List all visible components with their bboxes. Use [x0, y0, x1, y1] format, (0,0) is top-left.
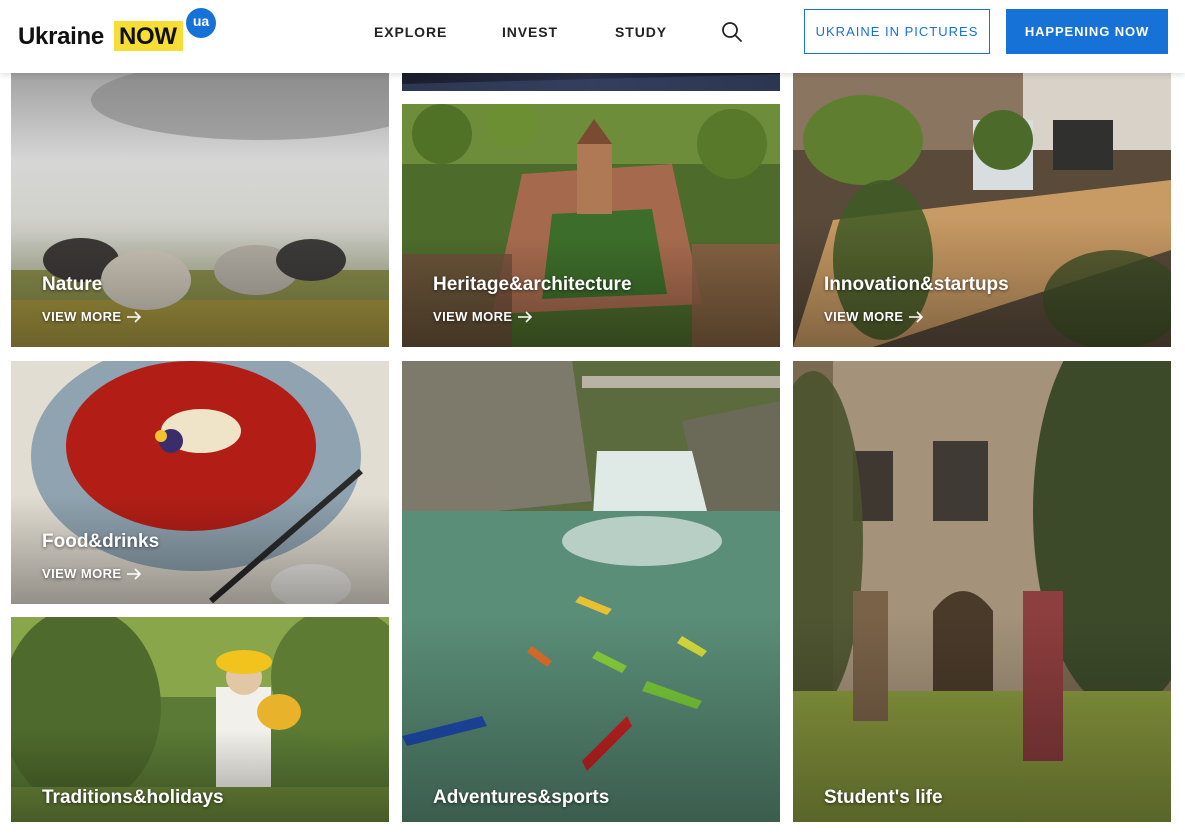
- happening-now-button[interactable]: HAPPENING NOW: [1006, 9, 1168, 54]
- view-more-link[interactable]: VIEW MORE: [42, 566, 142, 583]
- nav-explore[interactable]: EXPLORE: [374, 24, 447, 40]
- tile-students[interactable]: Student's life: [793, 361, 1171, 822]
- tile-innovation[interactable]: Innovation&startups VIEW MORE: [793, 60, 1171, 347]
- logo-word: Ukraine: [18, 23, 104, 50]
- tile-title: Innovation&startups: [824, 274, 1009, 295]
- ukraine-now-logo[interactable]: Ukraine NOW ua: [18, 8, 218, 58]
- tile-title: Food&drinks: [42, 531, 160, 552]
- view-more-link[interactable]: VIEW MORE: [433, 309, 533, 326]
- tile-nature[interactable]: Nature VIEW MORE: [11, 60, 389, 347]
- search-icon[interactable]: [720, 20, 744, 44]
- arrow-right-icon: [126, 568, 142, 583]
- arrow-right-icon: [126, 311, 142, 326]
- site-header: Ukraine NOW ua EXPLORE INVEST STUDY UKRA…: [0, 0, 1185, 73]
- nav-study[interactable]: STUDY: [615, 24, 667, 40]
- nav-invest[interactable]: INVEST: [502, 24, 558, 40]
- view-more-label: VIEW MORE: [42, 309, 122, 324]
- logo-ua-badge: ua: [186, 8, 216, 38]
- logo-highlight: NOW: [114, 21, 183, 51]
- view-more-link[interactable]: VIEW MORE: [824, 309, 924, 326]
- tile-title: Nature: [42, 274, 103, 295]
- tile-heritage[interactable]: Heritage&architecture VIEW MORE: [402, 104, 780, 347]
- tile-traditions[interactable]: Traditions&holidays: [11, 617, 389, 822]
- tile-adventures[interactable]: Adventures&sports: [402, 361, 780, 822]
- tile-food[interactable]: Food&drinks VIEW MORE: [11, 361, 389, 604]
- arrow-right-icon: [517, 311, 533, 326]
- view-more-label: VIEW MORE: [824, 309, 904, 324]
- view-more-label: VIEW MORE: [42, 566, 122, 581]
- view-more-link[interactable]: VIEW MORE: [42, 309, 142, 326]
- tile-title: Student's life: [824, 787, 943, 808]
- ukraine-in-pictures-button[interactable]: UKRAINE IN PICTURES: [804, 9, 990, 54]
- view-more-label: VIEW MORE: [433, 309, 513, 324]
- tile-title: Adventures&sports: [433, 787, 610, 808]
- arrow-right-icon: [908, 311, 924, 326]
- tile-title: Traditions&holidays: [42, 787, 224, 808]
- tile-title: Heritage&architecture: [433, 274, 632, 295]
